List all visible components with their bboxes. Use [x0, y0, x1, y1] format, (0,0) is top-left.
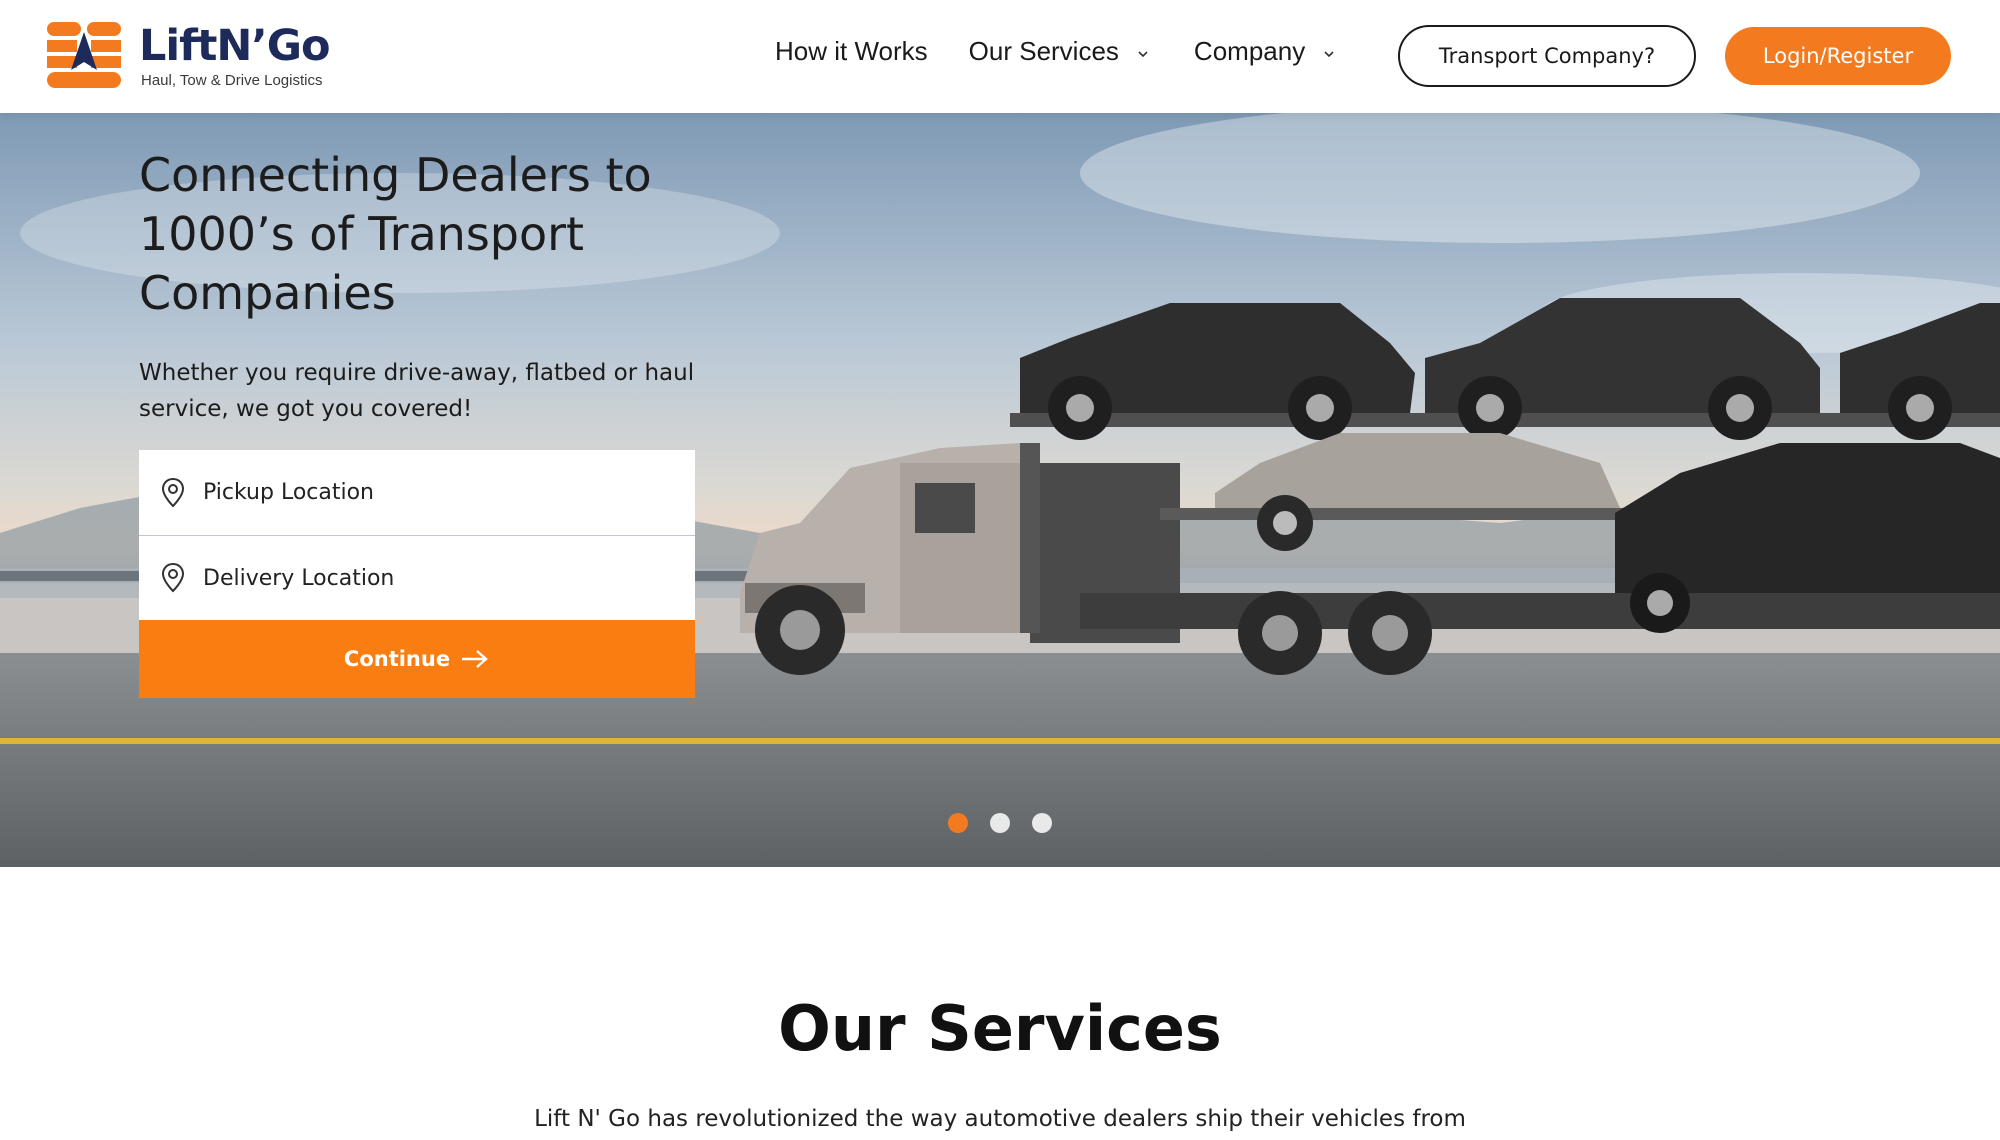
- carousel-dots: [948, 813, 1052, 833]
- location-pin-icon: [161, 477, 185, 507]
- hero-carousel: Connecting Dealers to 1000’s of Transpor…: [0, 113, 2000, 867]
- quote-form: Continue: [139, 450, 695, 698]
- transport-company-button[interactable]: Transport Company?: [1398, 25, 1696, 87]
- nav-label: How it Works: [775, 36, 928, 66]
- nav-our-services[interactable]: Our Services: [969, 36, 1153, 67]
- location-pin-icon: [161, 562, 185, 593]
- continue-button[interactable]: Continue: [139, 620, 695, 698]
- login-register-button[interactable]: Login/Register: [1725, 27, 1951, 85]
- delivery-field[interactable]: [139, 535, 695, 620]
- pickup-field[interactable]: [139, 450, 695, 535]
- hero-subtitle: Whether you require drive-away, flatbed …: [139, 360, 695, 422]
- logo[interactable]: LiftN’Go Haul, Tow & Drive Logistics: [47, 18, 331, 92]
- nav-company[interactable]: Company: [1194, 36, 1339, 67]
- arrow-right-icon: [462, 650, 488, 668]
- delivery-location-input[interactable]: [203, 565, 663, 591]
- nav-label: Company: [1193, 36, 1306, 66]
- carousel-dot-1[interactable]: [948, 813, 968, 833]
- continue-label: Continue: [343, 647, 451, 671]
- carousel-dot-2[interactable]: [990, 813, 1010, 833]
- carousel-dot-3[interactable]: [1032, 813, 1052, 833]
- logo-name: LiftN’Go: [139, 20, 331, 71]
- chevron-down-icon: [1324, 50, 1334, 57]
- logo-tagline: Haul, Tow & Drive Logistics: [141, 71, 323, 89]
- services-intro: Lift N' Go has revolutionized the way au…: [534, 1106, 1466, 1132]
- services-title: Our Services: [778, 992, 1222, 1065]
- hero-title: Connecting Dealers to 1000’s of Transpor…: [139, 148, 652, 320]
- main-nav: How it Works Our Services Company: [775, 36, 1339, 67]
- chevron-down-icon: [1138, 50, 1148, 57]
- logo-icon: [47, 22, 121, 88]
- site-header: LiftN’Go Haul, Tow & Drive Logistics How…: [0, 0, 2000, 113]
- nav-label: Our Services: [968, 36, 1119, 66]
- nav-how-it-works[interactable]: How it Works: [775, 36, 928, 67]
- pickup-location-input[interactable]: [203, 480, 663, 505]
